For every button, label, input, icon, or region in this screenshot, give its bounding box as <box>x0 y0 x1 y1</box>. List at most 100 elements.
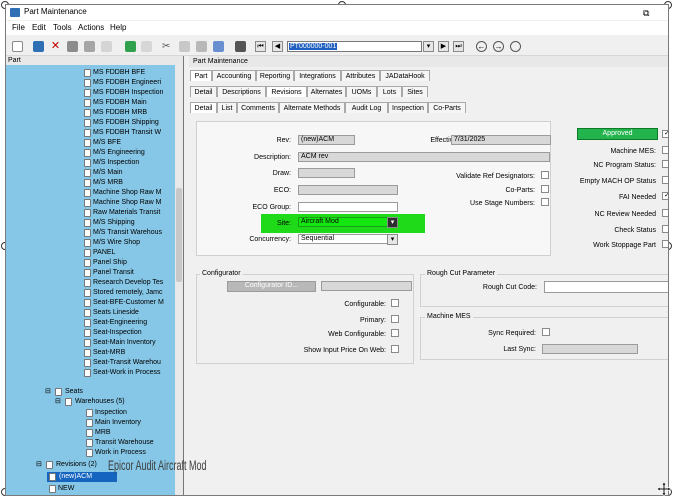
menu-actions[interactable]: Actions <box>78 23 104 32</box>
tab-sites[interactable]: Sites <box>402 86 428 97</box>
cut-icon[interactable]: ✂ <box>162 41 173 52</box>
paste-icon[interactable] <box>196 41 207 52</box>
next-record-icon[interactable]: ▶ <box>438 41 449 52</box>
primary-checkbox[interactable] <box>391 315 399 323</box>
tab-attributes[interactable]: Attributes <box>341 70 380 81</box>
forward-icon[interactable]: → <box>493 41 504 52</box>
tab-co-parts[interactable]: Co-Parts <box>428 102 466 113</box>
site-label: Site: <box>276 220 291 227</box>
tab-inspection[interactable]: Inspection <box>388 102 428 113</box>
configurable-checkbox[interactable] <box>391 299 399 307</box>
show-input-price-on-web-checkbox[interactable] <box>391 345 399 353</box>
revision-item-selected[interactable]: (new)ACM <box>47 472 117 482</box>
last-sync-field[interactable] <box>542 344 638 354</box>
approved-checkbox[interactable] <box>662 130 668 138</box>
rev-field[interactable]: (new)ACM <box>298 135 355 145</box>
part-value: PT000000-001 <box>289 43 338 50</box>
menu-edit[interactable]: Edit <box>32 23 46 32</box>
sync-required-checkbox[interactable] <box>542 328 550 336</box>
menu-file[interactable]: File <box>12 23 25 32</box>
app-icon <box>10 8 20 17</box>
tab-revision-list[interactable]: List <box>217 102 237 113</box>
first-record-icon[interactable]: ⏮ <box>255 41 266 52</box>
work-stoppage-part-checkbox[interactable] <box>662 240 668 248</box>
undo-icon[interactable] <box>213 41 224 52</box>
fai-needed-checkbox[interactable] <box>662 192 668 200</box>
eco-group-field[interactable] <box>298 202 398 212</box>
back-icon[interactable]: ← <box>476 41 487 52</box>
tab-uoms[interactable]: UOMs <box>346 86 377 97</box>
audit-overlay-text: Epicor Audit Aircraft Mod <box>108 458 207 473</box>
web-configurable-checkbox[interactable] <box>391 329 399 337</box>
sync-required-label: Sync Required: <box>488 330 536 337</box>
tab-accounting[interactable]: Accounting <box>212 70 256 81</box>
tab-alternates[interactable]: Alternates <box>307 86 346 97</box>
empty-mach-op-status-checkbox[interactable] <box>662 176 668 184</box>
home-icon[interactable] <box>510 41 521 52</box>
configurator-id-button[interactable]: Configurator ID... <box>227 281 316 292</box>
rough-cut-code-field[interactable] <box>544 281 668 293</box>
tab-revision-comments[interactable]: Comments <box>237 102 279 113</box>
part-search-field[interactable]: PT000000-001 <box>287 41 422 52</box>
tab-descriptions[interactable]: Descriptions <box>217 86 266 97</box>
delete-icon[interactable]: ✕ <box>50 41 61 52</box>
menu-tools[interactable]: Tools <box>53 23 72 32</box>
window-title: Part Maintenance <box>24 7 87 16</box>
web-configurable-label: Web Configurable: <box>328 331 386 338</box>
eco-field[interactable] <box>298 185 398 195</box>
previous-record-icon[interactable]: ◀ <box>272 41 283 52</box>
tab-lots[interactable]: Lots <box>377 86 402 97</box>
primary-label: Primary: <box>359 317 386 324</box>
nc-program-status-label: NC Program Status: <box>593 162 656 169</box>
copy-icon[interactable] <box>179 41 190 52</box>
new-icon[interactable] <box>12 41 23 52</box>
tab-reporting[interactable]: Reporting <box>256 70 294 81</box>
tab-integrations[interactable]: Integrations <box>294 70 341 81</box>
tab-revisions[interactable]: Revisions <box>266 86 307 97</box>
site-dropdown-icon[interactable]: ▾ <box>387 217 398 228</box>
part-tree-header: Part <box>6 56 183 65</box>
nc-review-needed-label: NC Review Needed <box>594 211 656 218</box>
nc-program-status-checkbox[interactable] <box>662 160 668 168</box>
tab-audit-log[interactable]: Audit Log <box>345 102 388 113</box>
machine-mes-checkbox[interactable] <box>662 146 668 154</box>
tab-jadatahook[interactable]: JADataHook <box>380 70 430 81</box>
external-link-icon[interactable]: ⧉ <box>643 8 649 19</box>
tab-alternate-methods[interactable]: Alternate Methods <box>279 102 345 113</box>
tab-detail[interactable]: Detail <box>190 86 217 97</box>
check-status-checkbox[interactable] <box>662 225 668 233</box>
tree-scrollbar[interactable] <box>175 65 183 495</box>
draw-field[interactable] <box>298 168 355 178</box>
print-preview-icon[interactable] <box>84 41 95 52</box>
last-record-icon[interactable]: ⏭ <box>453 41 464 52</box>
tab-part[interactable]: Part <box>190 70 212 81</box>
binoculars-icon[interactable] <box>235 41 246 52</box>
use-stage-numbers-checkbox[interactable] <box>541 198 549 206</box>
title-bar: Part Maintenance ⧉ <box>6 5 668 20</box>
approved-status-button[interactable]: Approved <box>577 128 658 140</box>
tab-revision-detail[interactable]: Detail <box>190 102 217 113</box>
save-icon[interactable] <box>33 41 44 52</box>
menu-help[interactable]: Help <box>110 23 126 32</box>
eraser-icon[interactable] <box>141 41 152 52</box>
print-icon[interactable] <box>67 41 78 52</box>
part-dropdown-icon[interactable]: ▾ <box>423 41 434 52</box>
configurator-id-field[interactable] <box>321 281 412 291</box>
co-parts-label: Co-Parts: <box>505 187 535 194</box>
concurrency-dropdown-icon[interactable]: ▾ <box>387 234 398 245</box>
effective-field[interactable]: 7/31/2025 <box>451 135 551 145</box>
rev-label: Rev: <box>276 137 291 144</box>
draw-label: Draw: <box>272 170 291 177</box>
nc-review-needed-checkbox[interactable] <box>662 209 668 217</box>
clear-icon[interactable] <box>101 41 112 52</box>
tree-scroll-thumb[interactable] <box>176 188 182 282</box>
site-select[interactable]: Aircraft Mod <box>298 217 398 227</box>
concurrency-select[interactable]: Sequential <box>298 234 398 244</box>
refresh-icon[interactable] <box>125 41 136 52</box>
concurrency-label: Concurrency: <box>249 236 291 243</box>
configurable-label: Configurable: <box>344 301 386 308</box>
description-field[interactable]: ACM rev <box>298 152 550 162</box>
validate-ref-designators-checkbox[interactable] <box>541 171 549 179</box>
co-parts-checkbox[interactable] <box>541 185 549 193</box>
part-tree-pane: Part MS FDDBH BFE MS FDDBH Engineeri MS … <box>6 56 184 495</box>
